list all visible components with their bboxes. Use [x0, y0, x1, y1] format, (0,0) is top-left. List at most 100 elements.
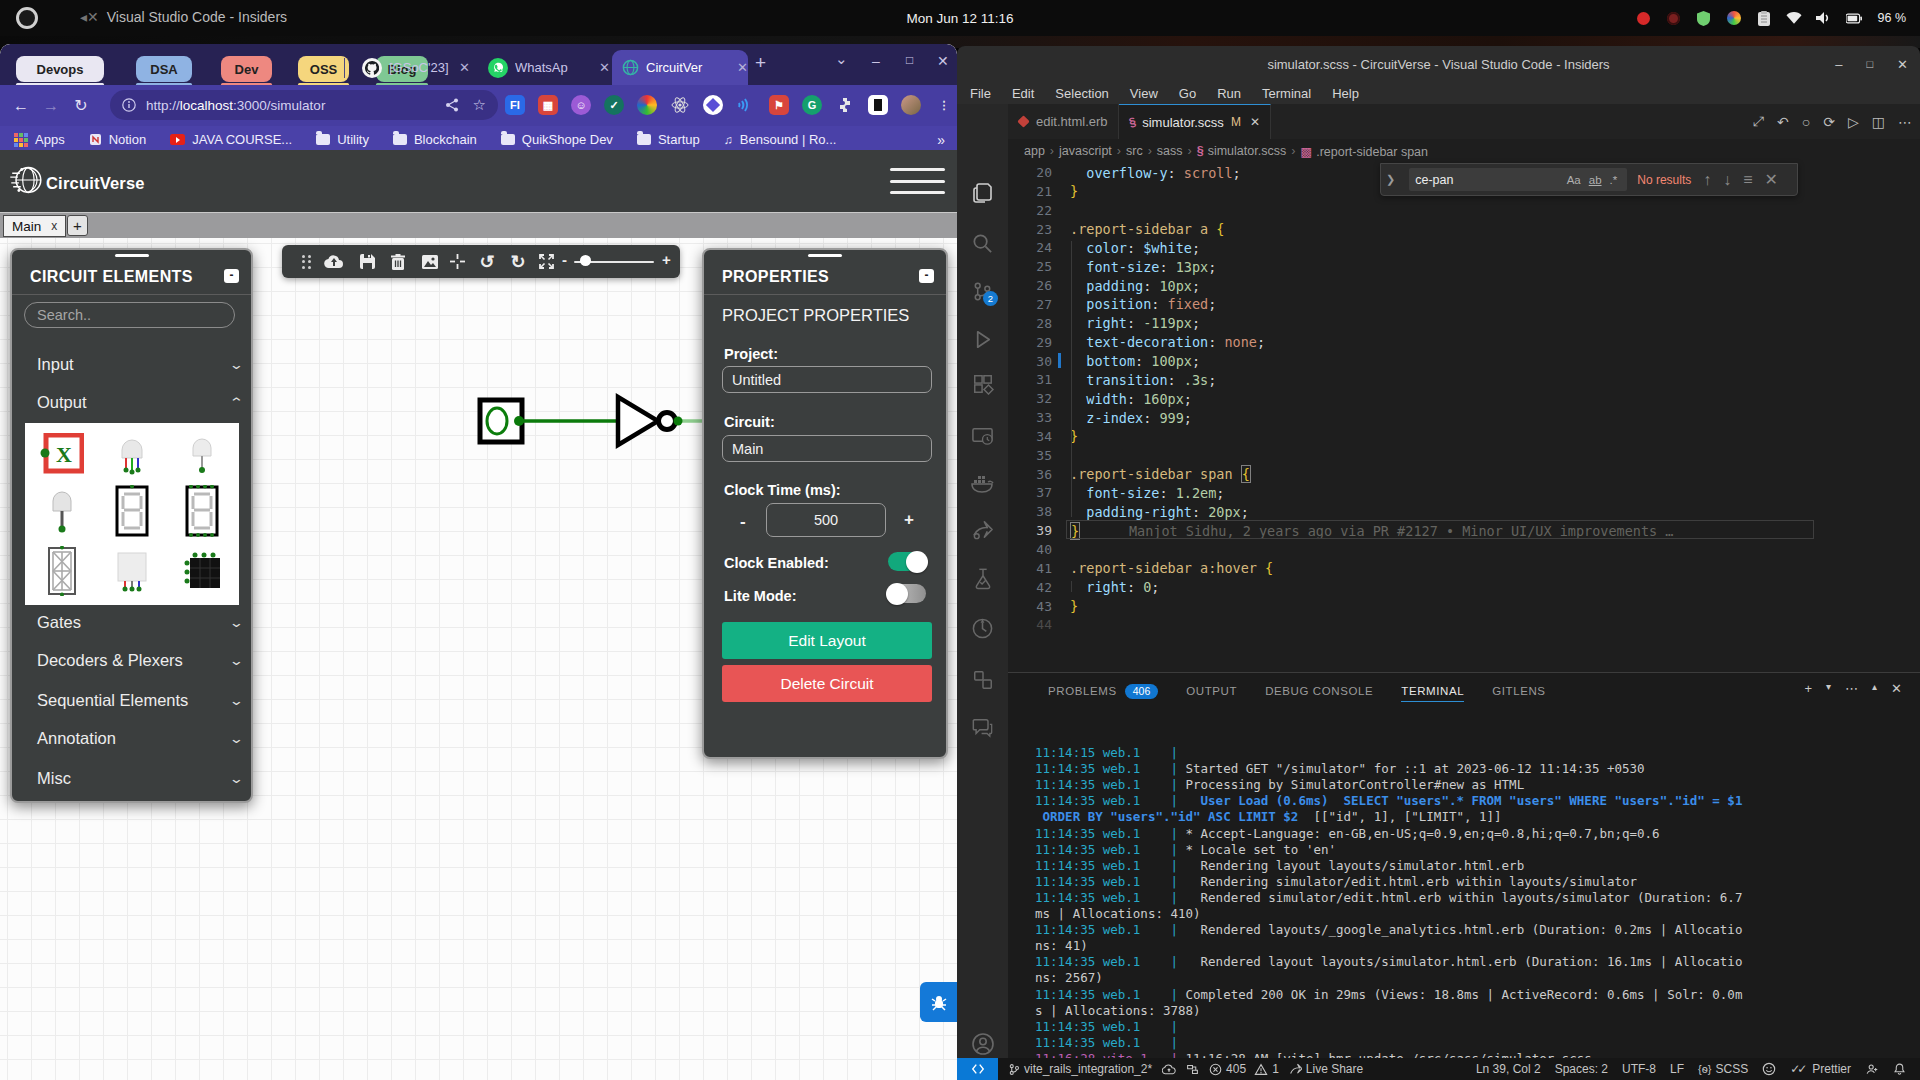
- add-circuit-button[interactable]: +: [67, 215, 88, 236]
- tabs-chevron-icon[interactable]: ⌄: [835, 50, 848, 68]
- cursor-position[interactable]: Ln 39, Col 2: [1476, 1062, 1541, 1076]
- forward-icon[interactable]: →: [36, 97, 66, 115]
- code-line-34[interactable]: 34}: [1008, 427, 1920, 446]
- menu-run[interactable]: Run: [1217, 86, 1241, 101]
- ext-flag-icon[interactable]: ⚑: [769, 95, 789, 115]
- problems-status[interactable]: 4051: [1209, 1062, 1279, 1076]
- bookmark-java-course-[interactable]: JAVA COURSE...: [170, 132, 292, 147]
- match-case-icon[interactable]: Aa: [1567, 174, 1581, 186]
- ext-red-icon[interactable]: ▦: [538, 95, 558, 115]
- panel-tab-problems[interactable]: PROBLEMS406: [1048, 684, 1158, 699]
- bookmarks-overflow-icon[interactable]: »: [937, 132, 945, 148]
- browser-tab-whatsap[interactable]: WhatsAp✕: [478, 50, 610, 85]
- code-line-32[interactable]: 32 width: 160px;: [1008, 389, 1920, 408]
- volume-icon[interactable]: [1816, 10, 1832, 26]
- comments-icon[interactable]: [957, 708, 1008, 748]
- url-bar[interactable]: http://localhost:3000/simulator ☆: [110, 90, 498, 120]
- prettier-status[interactable]: ✓✓Prettier: [1790, 1062, 1851, 1076]
- fullscreen-icon[interactable]: [534, 245, 558, 278]
- regex-icon[interactable]: .*: [1610, 174, 1618, 186]
- element-led[interactable]: [187, 432, 217, 476]
- battery-icon[interactable]: [1846, 10, 1862, 26]
- indentation[interactable]: Spaces: 2: [1555, 1062, 1608, 1076]
- breadcrumb[interactable]: app›javascript›src›sass›§simulator.scss›…: [1008, 139, 1920, 163]
- breadcrumb-item-src[interactable]: src: [1126, 144, 1143, 158]
- ext-purple-icon[interactable]: ☺: [571, 95, 591, 115]
- breadcrumb-item-simulator-scss[interactable]: §simulator.scss: [1197, 144, 1286, 158]
- panel-tab-gitlens[interactable]: GITLENS: [1492, 685, 1545, 697]
- elements-section-sequential-elements[interactable]: Sequential Elements⌄: [37, 690, 242, 710]
- menu-edit[interactable]: Edit: [1012, 86, 1034, 101]
- menu-file[interactable]: File: [970, 86, 991, 101]
- tab-group-dsa[interactable]: DSA: [136, 56, 192, 82]
- clock-time-input[interactable]: 500: [766, 503, 886, 537]
- split-editor-icon[interactable]: ◫: [1872, 114, 1885, 130]
- panel-drag-handle[interactable]: [808, 254, 842, 257]
- tab-group-dev[interactable]: Dev: [221, 56, 272, 82]
- circle-arrow-icon[interactable]: ⟳: [1823, 114, 1835, 130]
- reload-icon[interactable]: ↻: [66, 96, 96, 115]
- drag-handle-icon[interactable]: [295, 245, 319, 278]
- element-sixteen-seg-display[interactable]: [47, 546, 77, 596]
- zoom-slider-knob[interactable]: [580, 255, 591, 266]
- vscode-title-bar[interactable]: simulator.scss - CircuitVerse - Visual S…: [957, 46, 1920, 82]
- person-add-icon[interactable]: [1865, 1063, 1879, 1076]
- image-export-icon[interactable]: [418, 245, 442, 278]
- bookmark-bensound-ro-[interactable]: ♫Bensound | Ro...: [724, 132, 837, 147]
- bookmark-utility[interactable]: Utility: [316, 132, 369, 147]
- code-line-36[interactable]: 36.report-sidebar span {: [1008, 465, 1920, 484]
- clipboard-icon[interactable]: [1756, 10, 1772, 26]
- elements-search-input[interactable]: Search..: [24, 302, 235, 328]
- code-line-29[interactable]: 29 text-decoration: none;: [1008, 333, 1920, 352]
- element-output-pin[interactable]: X: [40, 433, 84, 475]
- share-icon[interactable]: [445, 98, 459, 112]
- testing-icon[interactable]: [957, 558, 1008, 598]
- code-editor[interactable]: 20 overflow-y: scroll;21}2223.report-sid…: [1008, 163, 1920, 672]
- panel-tab-output[interactable]: OUTPUT: [1186, 685, 1237, 697]
- code-line-24[interactable]: 24 color: $white;: [1008, 238, 1920, 257]
- menu-terminal[interactable]: Terminal: [1262, 86, 1311, 101]
- code-line-30[interactable]: 30 bottom: 100px;: [1008, 352, 1920, 371]
- gitlens-icon[interactable]: [957, 608, 1008, 648]
- clock-decrement-button[interactable]: -: [740, 512, 746, 532]
- notifications-bell-icon[interactable]: [1893, 1062, 1906, 1076]
- git-branch-status[interactable]: vite_rails_integration_2*: [1008, 1062, 1152, 1076]
- browser-maximize-icon[interactable]: □: [906, 53, 913, 67]
- code-line-43[interactable]: 43}: [1008, 597, 1920, 616]
- breadcrumb-item-sass[interactable]: sass: [1157, 144, 1183, 158]
- window-controls[interactable]: –□✕: [1835, 46, 1908, 82]
- whole-word-icon[interactable]: ab: [1589, 174, 1602, 186]
- containers-icon[interactable]: [957, 660, 1008, 700]
- explorer-icon[interactable]: [957, 173, 1008, 213]
- browser-minimize-icon[interactable]: –: [872, 53, 880, 69]
- color-picker-icon[interactable]: [1726, 10, 1742, 26]
- breadcrumb-item-javascript[interactable]: javascript: [1059, 144, 1112, 158]
- code-line-25[interactable]: 25 font-size: 13px;: [1008, 257, 1920, 276]
- bookmark-quikshope-dev[interactable]: QuikShope Dev: [501, 132, 613, 147]
- sync-icon[interactable]: [1162, 1063, 1176, 1075]
- source-control-icon[interactable]: [957, 271, 1008, 311]
- system-tray[interactable]: 96 %: [1636, 0, 1907, 36]
- browser-close-icon[interactable]: ✕: [937, 53, 949, 69]
- code-line-33[interactable]: 33 z-index: 999;: [1008, 408, 1920, 427]
- trash-icon[interactable]: [386, 245, 410, 278]
- menu-hamburger-icon[interactable]: [890, 168, 945, 194]
- menu-go[interactable]: Go: [1179, 86, 1196, 101]
- extensions-icon[interactable]: [957, 364, 1008, 404]
- elements-section-misc[interactable]: Misc⌄: [37, 768, 242, 788]
- docker-icon[interactable]: [957, 463, 1008, 503]
- ext-bw-icon[interactable]: [868, 95, 888, 115]
- code-line-28[interactable]: 28 right: -119px;: [1008, 314, 1920, 333]
- breadcrumb-item-app[interactable]: app: [1024, 144, 1045, 158]
- circuitverse-brand[interactable]: CircuitVerse: [46, 174, 145, 193]
- redo-icon[interactable]: ↻: [506, 245, 530, 278]
- ext-react-icon[interactable]: [670, 95, 690, 115]
- editor-tab-simulator.scss[interactable]: §simulator.scssM✕: [1119, 104, 1271, 139]
- code-line-23[interactable]: 23.report-sidebar a {: [1008, 220, 1920, 239]
- back-icon[interactable]: ←: [6, 97, 36, 115]
- wifi-icon[interactable]: [1786, 10, 1802, 26]
- element-bulb-led[interactable]: [48, 487, 76, 535]
- close-tab-icon[interactable]: ✕: [459, 60, 470, 75]
- code-line-22[interactable]: 22: [1008, 201, 1920, 220]
- encoding[interactable]: UTF-8: [1622, 1062, 1656, 1076]
